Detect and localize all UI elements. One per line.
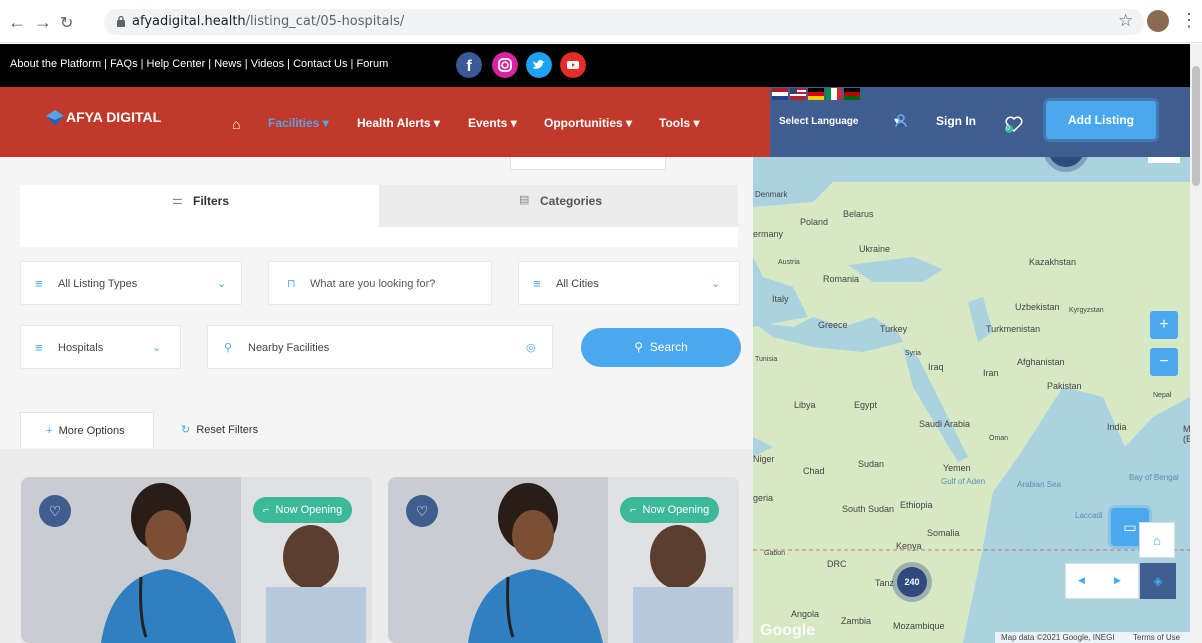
add-listing-button[interactable]: Add Listing xyxy=(1046,101,1156,139)
menu-lines-icon: ≡ xyxy=(35,340,43,355)
next-arrow-icon[interactable]: ▶ xyxy=(1114,575,1121,586)
browser-menu-icon[interactable]: ⋮ xyxy=(1180,10,1198,31)
filters-icon: ⚌ xyxy=(172,193,183,207)
user-icon xyxy=(895,114,907,128)
menu-lines-icon: ≡ xyxy=(533,276,541,291)
google-logo: Google xyxy=(760,622,816,639)
youtube-icon[interactable] xyxy=(560,52,586,78)
zoom-in-button[interactable]: + xyxy=(1150,311,1178,339)
lock-icon xyxy=(117,15,125,27)
zoom-out-button[interactable]: − xyxy=(1150,348,1178,376)
reload-icon[interactable]: ↻ xyxy=(60,13,73,33)
unlock-icon[interactable]: ⌂ xyxy=(1139,522,1175,558)
forward-icon[interactable]: → xyxy=(34,12,52,33)
map-cluster-marker[interactable]: 240 xyxy=(897,567,927,597)
svg-text:f: f xyxy=(466,58,472,75)
tab-categories-label: Categories xyxy=(540,194,603,208)
locate-target-icon[interactable]: ◎ xyxy=(526,326,536,370)
menu-lines-icon: ≡ xyxy=(35,276,43,291)
map-panel[interactable]: Denmark Poland Belarus ermany Ukraine Au… xyxy=(753,157,1190,643)
profile-avatar[interactable] xyxy=(1147,10,1169,32)
menu-opportunities[interactable]: Opportunities ▾ xyxy=(544,116,632,130)
reset-filters-button[interactable]: ↻ Reset Filters xyxy=(181,423,258,436)
locate-me-icon[interactable]: ◈ xyxy=(1140,563,1176,599)
menu-tools[interactable]: Tools ▾ xyxy=(659,116,699,130)
menu-facilities[interactable]: Facilities ▾ xyxy=(268,116,329,130)
map-pager: ◀ ▶ xyxy=(1065,563,1139,599)
url-text: afyadigital.health/listing_cat/05-hospit… xyxy=(132,14,405,29)
favorite-heart-icon[interactable]: ♡ xyxy=(39,495,71,527)
nearby-input[interactable]: ⚲ Nearby Facilities ◎ xyxy=(207,325,553,369)
sort-dropdown-stub[interactable] xyxy=(510,157,666,170)
favorite-heart-icon[interactable]: ♡ xyxy=(406,495,438,527)
top-links[interactable]: About the Platform | FAQs | Help Center … xyxy=(10,58,388,70)
prev-arrow-icon[interactable]: ◀ xyxy=(1078,575,1085,586)
page-scrollbar[interactable] xyxy=(1190,44,1202,643)
chevron-down-icon: ⌄ xyxy=(152,342,162,354)
location-pin-icon: ⚲ xyxy=(224,342,233,354)
home-icon[interactable]: ⌂ xyxy=(232,116,240,132)
browser-toolbar: ← → ↻ afyadigital.health/listing_cat/05-… xyxy=(0,0,1202,43)
menu-health-alerts[interactable]: Health Alerts ▾ xyxy=(357,116,440,130)
search-icon: ⚲ xyxy=(634,340,644,354)
back-icon[interactable]: ← xyxy=(8,12,26,33)
city-select[interactable]: ≡ All Cities ⌄ xyxy=(518,261,740,305)
listing-card[interactable]: ♡ ⌐ Now Opening xyxy=(21,477,372,643)
language-flags[interactable] xyxy=(772,88,872,100)
menu-events[interactable]: Events ▾ xyxy=(468,116,517,130)
bookmark-icon: ⊓ xyxy=(287,278,296,290)
terms-link[interactable]: Terms of Use xyxy=(1133,633,1180,642)
fullscreen-button-stub[interactable] xyxy=(1148,157,1180,163)
language-select[interactable]: Select Language ▾ xyxy=(779,116,900,127)
twitter-icon[interactable] xyxy=(526,52,552,78)
keyword-input[interactable]: ⊓ What are you looking for? xyxy=(268,261,492,305)
logo-icon xyxy=(46,110,64,126)
chevron-down-icon: ⌄ xyxy=(217,278,227,290)
favorites-count: 0 xyxy=(1006,125,1010,132)
categories-icon: ▤ xyxy=(519,194,530,206)
more-options-label: + More Options xyxy=(46,425,125,437)
instagram-icon[interactable] xyxy=(492,52,518,78)
tab-filters-label: Filters xyxy=(193,194,230,208)
bookmark-star-icon[interactable]: ☆ xyxy=(1118,11,1133,31)
map-attribution: Map data ©2021 Google, INEGI xyxy=(1001,633,1115,642)
sign-in-link[interactable]: Sign In xyxy=(936,114,976,128)
reset-icon: ↻ xyxy=(181,424,191,436)
site-logo[interactable]: AFYA DIGITAL xyxy=(66,109,161,125)
chevron-down-icon: ⌄ xyxy=(711,278,721,290)
facebook-icon[interactable]: f xyxy=(456,52,482,78)
search-button[interactable]: ⚲ Search xyxy=(581,328,741,367)
listing-card[interactable]: ♡ ⌐ Now Opening xyxy=(388,477,739,643)
category-select[interactable]: ≡ Hospitals ⌄ xyxy=(20,325,181,369)
status-badge: ⌐ Now Opening xyxy=(253,497,353,523)
status-badge: ⌐ Now Opening xyxy=(620,497,720,523)
listing-type-select[interactable]: ≡ All Listing Types ⌄ xyxy=(20,261,242,305)
